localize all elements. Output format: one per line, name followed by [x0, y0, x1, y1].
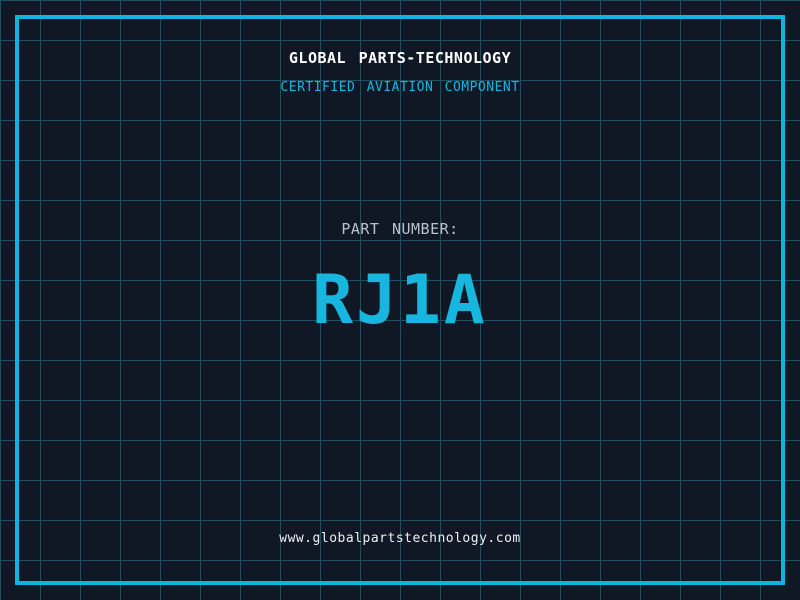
part-number-value: RJ1A — [312, 261, 488, 340]
part-number-label: PART NUMBER: — [341, 220, 459, 238]
company-title: GLOBAL PARTS-TECHNOLOGY — [288, 49, 512, 67]
blueprint-card: GLOBAL PARTS-TECHNOLOGY CERTIFIED AVIATI… — [0, 0, 800, 600]
website-url: www.globalpartstechnology.com — [279, 531, 521, 546]
certification-subtitle: CERTIFIED AVIATION COMPONENT — [280, 80, 520, 95]
